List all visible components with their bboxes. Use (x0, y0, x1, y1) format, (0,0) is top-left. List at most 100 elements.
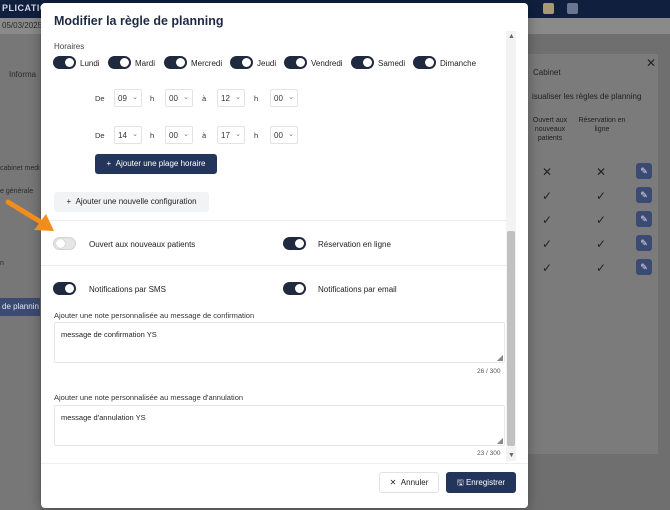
chevron-down-icon: ⌄ (235, 131, 241, 138)
close-icon[interactable]: ✕ (646, 56, 656, 70)
check-icon: ✓ (542, 213, 553, 227)
end-hour-value: 17 (221, 131, 230, 140)
start-minute-select[interactable]: 00 ⌄ (165, 89, 193, 107)
edit-icon[interactable]: ✎ (636, 211, 652, 227)
end-minute-select[interactable]: 00 ⌄ (270, 126, 298, 144)
cancel-label: Annuler (400, 478, 429, 487)
day-toggle-dimanche[interactable] (413, 56, 436, 69)
start-minute-select[interactable]: 00 ⌄ (165, 126, 193, 144)
footer-divider (41, 463, 528, 464)
plus-icon: + (106, 159, 116, 168)
day-label: Mardi (135, 59, 156, 68)
confirmation-note-value: message de confirmation YS (61, 330, 157, 339)
hours-section-label: Horaires (54, 42, 85, 51)
column-header-new-patients: Ouvert aux nouveaux patients (532, 117, 568, 142)
cancel-button[interactable]: ✕ Annuler (379, 472, 439, 493)
resize-handle-icon[interactable]: ◢ (497, 353, 503, 362)
sms-notifications-toggle[interactable] (53, 282, 76, 295)
end-minute-value: 00 (274, 94, 283, 103)
left-row: e générale (0, 188, 34, 195)
save-label: Enregistrer (465, 478, 506, 487)
chevron-down-icon: ⌄ (288, 131, 294, 138)
scrollbar-thumb[interactable] (507, 231, 515, 446)
cross-icon: ✕ (596, 165, 607, 179)
modal-title: Modifier la règle de planning (54, 14, 224, 28)
end-hour-select[interactable]: 17 ⌄ (217, 126, 245, 144)
start-minute-value: 00 (169, 131, 178, 140)
resize-handle-icon[interactable]: ◢ (497, 436, 503, 445)
confirmation-note-counter: 26 / 300 (477, 368, 501, 375)
table-row: ✓ ✓ ✎ (528, 186, 658, 210)
edit-icon[interactable]: ✎ (636, 259, 652, 275)
save-icon: 🖫 (456, 478, 466, 487)
edit-icon[interactable]: ✎ (636, 163, 652, 179)
day-label: Lundi (80, 59, 100, 68)
cross-icon: ✕ (542, 165, 553, 179)
modal-scrollbar[interactable]: ▲ ▼ (506, 31, 516, 461)
hour-separator: h (150, 131, 155, 140)
add-time-slot-button[interactable]: + Ajouter une plage horaire (95, 154, 217, 174)
cancellation-note-value: message d'annulation YS (61, 413, 146, 422)
scroll-down-icon[interactable]: ▼ (508, 452, 515, 459)
table-row: ✓ ✓ ✎ (528, 210, 658, 234)
end-minute-select[interactable]: 00 ⌄ (270, 89, 298, 107)
header-icon[interactable] (543, 3, 554, 14)
chevron-down-icon: ⌄ (235, 94, 241, 101)
confirmation-note-label: Ajouter une note personnalisée au messag… (54, 311, 255, 320)
from-label: De (95, 131, 105, 140)
table-row: ✓ ✓ ✎ (528, 258, 658, 282)
start-hour-select[interactable]: 14 ⌄ (114, 126, 142, 144)
table-row: ✕ ✕ ✎ (528, 162, 658, 186)
planning-rule-modal: Modifier la règle de planning Horaires L… (41, 3, 528, 508)
to-label: à (202, 131, 207, 140)
day-label: Jeudi (257, 59, 277, 68)
chevron-down-icon: ⌄ (132, 94, 138, 101)
day-toggle-samedi[interactable] (351, 56, 374, 69)
close-icon: ✕ (389, 478, 401, 487)
day-toggle-mardi[interactable] (108, 56, 131, 69)
email-notifications-toggle[interactable] (283, 282, 306, 295)
hour-separator: h (254, 131, 259, 140)
check-icon: ✓ (596, 189, 607, 203)
day-label: Vendredi (311, 59, 343, 68)
save-button[interactable]: 🖫 Enregistrer (446, 472, 516, 493)
check-icon: ✓ (542, 189, 553, 203)
header-icon[interactable] (567, 3, 578, 14)
check-icon: ✓ (542, 261, 553, 275)
day-toggle-vendredi[interactable] (284, 56, 307, 69)
confirmation-note-textarea[interactable]: message de confirmation YS ◢ (54, 322, 505, 363)
day-toggle-mercredi[interactable] (164, 56, 187, 69)
new-patients-label: Ouvert aux nouveaux patients (89, 240, 196, 249)
chevron-down-icon: ⌄ (183, 131, 189, 138)
start-hour-select[interactable]: 09 ⌄ (114, 89, 142, 107)
day-toggle-lundi[interactable] (53, 56, 76, 69)
day-label: Samedi (378, 59, 406, 68)
panel-subtitle: isualiser les règles de planning (532, 92, 642, 101)
edit-icon[interactable]: ✎ (636, 235, 652, 251)
email-notifications-label: Notifications par email (318, 285, 397, 294)
day-toggle-jeudi[interactable] (230, 56, 253, 69)
scroll-up-icon[interactable]: ▲ (508, 33, 515, 40)
cancellation-note-counter: 23 / 300 (477, 450, 501, 457)
end-hour-select[interactable]: 12 ⌄ (217, 89, 245, 107)
start-minute-value: 00 (169, 94, 178, 103)
divider (41, 220, 506, 221)
date-field[interactable]: 05/03/2025 (2, 21, 42, 30)
divider (41, 265, 506, 266)
add-configuration-label: Ajouter une nouvelle configuration (75, 197, 197, 206)
left-row: n (0, 260, 4, 267)
sms-notifications-label: Notifications par SMS (89, 285, 166, 294)
left-planning-button[interactable]: de plannin (0, 298, 40, 316)
edit-icon[interactable]: ✎ (636, 187, 652, 203)
add-configuration-button[interactable]: + Ajouter une nouvelle configuration (54, 192, 209, 212)
online-booking-toggle[interactable] (283, 237, 306, 250)
day-label: Dimanche (440, 59, 477, 68)
background-left-panel: Informa cabinet medi e générale n de pla… (0, 34, 40, 510)
modal-scroll-area: Horaires Lundi Mardi Mercredi Jeudi Vend… (41, 31, 528, 463)
hour-separator: h (254, 94, 259, 103)
cancellation-note-label: Ajouter une note personnalisée au messag… (54, 393, 244, 402)
start-hour-value: 09 (118, 94, 127, 103)
new-patients-toggle[interactable] (53, 237, 76, 250)
cancellation-note-textarea[interactable]: message d'annulation YS ◢ (54, 405, 505, 446)
add-time-slot-label: Ajouter une plage horaire (115, 159, 206, 168)
